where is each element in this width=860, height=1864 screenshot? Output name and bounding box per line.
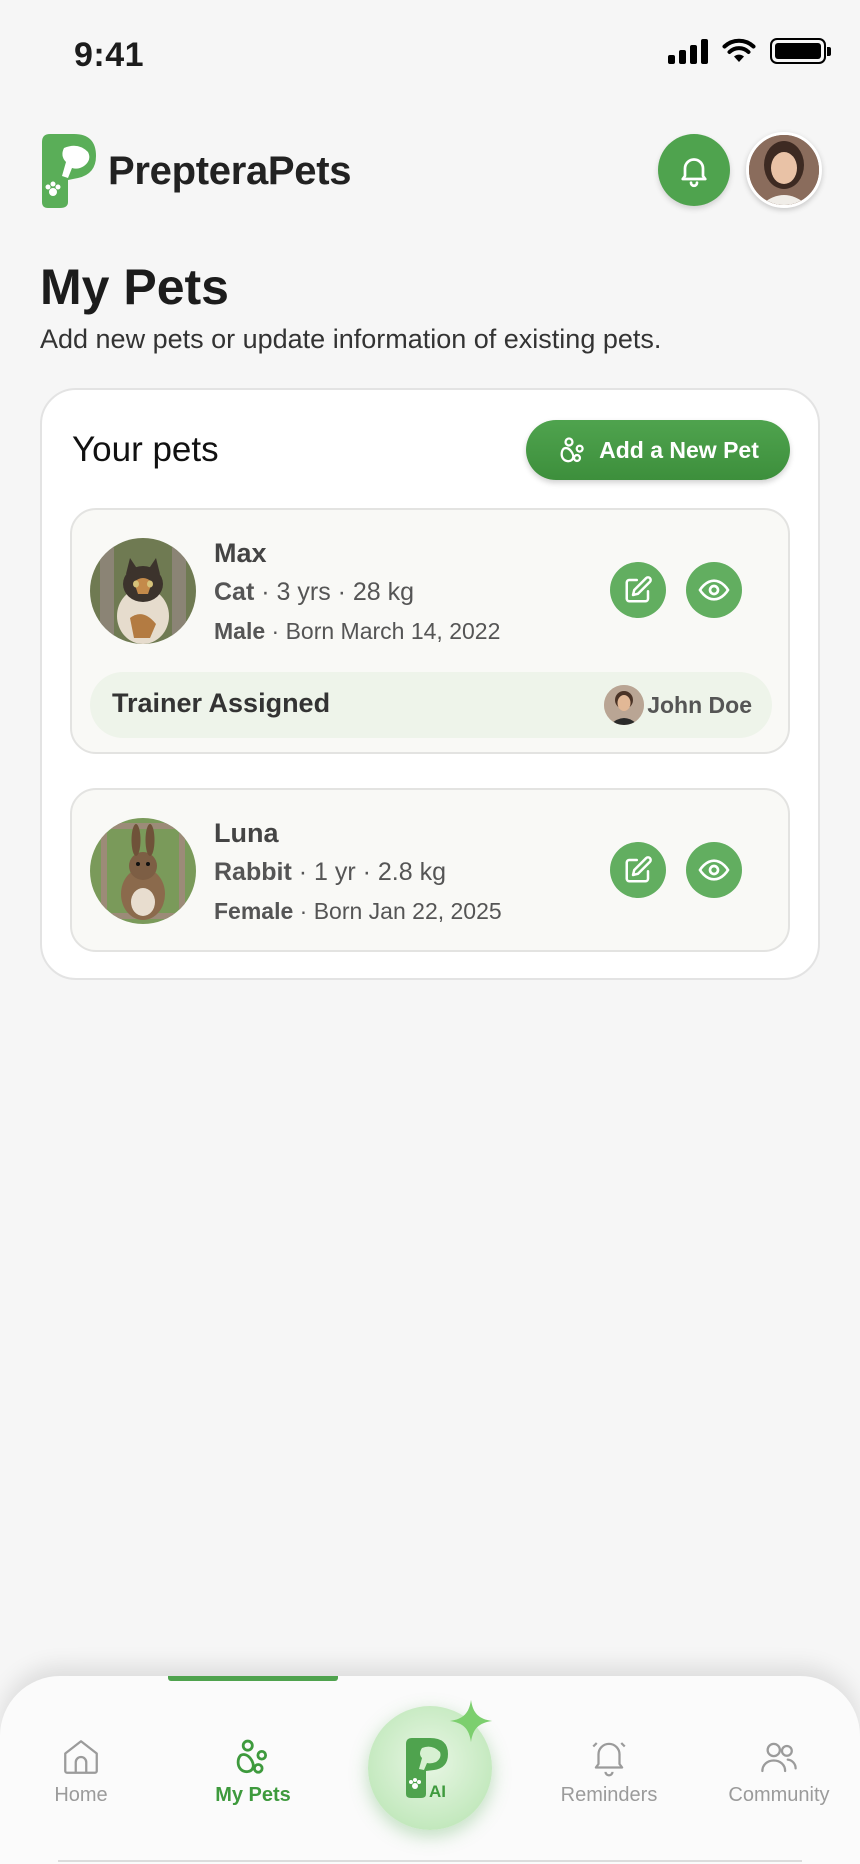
status-time: 9:41 xyxy=(74,36,145,74)
edit-icon xyxy=(625,856,652,883)
people-icon xyxy=(761,1742,797,1773)
paw-icon xyxy=(236,1739,268,1774)
active-tab-indicator xyxy=(168,1676,338,1681)
nav-item-community[interactable]: Community xyxy=(704,1736,854,1807)
logo-icon xyxy=(42,134,96,208)
nav-label: Community xyxy=(728,1784,830,1806)
pets-card: Your pets Add a New Pet Max Cat · 3 yrs … xyxy=(40,388,820,980)
pet-card-luna[interactable]: Luna Rabbit · 1 yr · 2.8 kg Female · Bor… xyxy=(70,788,790,952)
page-title: My Pets xyxy=(40,259,229,315)
pet-born: · Born March 14, 2022 xyxy=(265,618,501,644)
brand-logo[interactable]: PrepteraPets xyxy=(38,132,352,210)
pet-species: Rabbit xyxy=(214,858,292,886)
bell-icon xyxy=(592,1742,626,1777)
nav-label: Home xyxy=(54,1784,108,1806)
wifi-icon xyxy=(722,38,756,62)
pet-species-age-weight: Rabbit · 1 yr · 2.8 kg xyxy=(214,858,446,887)
pet-name: Luna xyxy=(214,818,279,848)
view-pet-button[interactable] xyxy=(686,562,742,618)
trainer-name: John Doe xyxy=(647,692,752,718)
sparkle-icon xyxy=(449,1699,493,1743)
pet-born: · Born Jan 22, 2025 xyxy=(293,898,502,924)
add-new-pet-button[interactable]: Add a New Pet xyxy=(526,420,790,480)
pet-sex: Male xyxy=(214,618,266,644)
home-indicator xyxy=(58,1860,802,1862)
view-pet-button[interactable] xyxy=(686,842,742,898)
bell-icon xyxy=(681,158,707,188)
edit-pet-button[interactable] xyxy=(610,562,666,618)
pet-age-weight: · 1 yr · 2.8 kg xyxy=(291,858,446,886)
user-avatar[interactable] xyxy=(746,132,822,208)
bottom-nav: Home My Pets AI Reminders Community xyxy=(0,1676,860,1864)
nav-label: Reminders xyxy=(560,1784,658,1806)
paw-icon xyxy=(560,437,584,463)
status-icons xyxy=(668,38,831,64)
pet-sex: Female xyxy=(214,898,294,924)
card-title: Your pets xyxy=(72,430,219,469)
brand-name: PrepteraPets xyxy=(108,148,352,193)
notifications-button[interactable] xyxy=(658,134,730,206)
edit-icon xyxy=(625,576,652,603)
add-new-pet-label: Add a New Pet xyxy=(599,436,759,463)
pet-sex-born: Male · Born March 14, 2022 xyxy=(214,618,500,645)
nav-item-reminders[interactable]: Reminders xyxy=(534,1736,684,1807)
pet-species: Cat xyxy=(214,578,255,606)
nav-item-ai[interactable]: AI xyxy=(368,1699,493,1830)
signal-icon xyxy=(668,38,708,64)
pet-photo-max xyxy=(90,538,196,644)
user-avatar-image xyxy=(749,135,819,205)
pet-sex-born: Female · Born Jan 22, 2025 xyxy=(214,898,502,925)
edit-pet-button[interactable] xyxy=(610,842,666,898)
battery-icon xyxy=(770,38,831,64)
nav-label: My Pets xyxy=(215,1784,291,1806)
pet-photo-luna xyxy=(90,818,196,924)
trainer-label: Trainer Assigned xyxy=(112,688,331,718)
pet-species-age-weight: Cat · 3 yrs · 28 kg xyxy=(214,578,414,607)
page-subtitle: Add new pets or update information of ex… xyxy=(40,324,662,354)
eye-icon xyxy=(698,859,730,881)
home-icon xyxy=(64,1740,98,1774)
nav-item-my-pets[interactable]: My Pets xyxy=(178,1736,328,1807)
pet-card-max[interactable]: Max Cat · 3 yrs · 28 kg Male · Born Marc… xyxy=(70,508,790,754)
pet-name: Max xyxy=(214,538,267,568)
status-bar: 9:41 xyxy=(0,0,860,100)
trainer-avatar xyxy=(604,685,644,725)
nav-label-ai: AI xyxy=(429,1782,446,1801)
pet-age-weight: · 3 yrs · 28 kg xyxy=(254,578,415,606)
app-header: PrepteraPets xyxy=(38,132,822,212)
nav-item-home[interactable]: Home xyxy=(6,1736,156,1807)
eye-icon xyxy=(698,579,730,601)
trainer-assigned-row[interactable]: Trainer Assigned John Doe xyxy=(90,672,772,738)
